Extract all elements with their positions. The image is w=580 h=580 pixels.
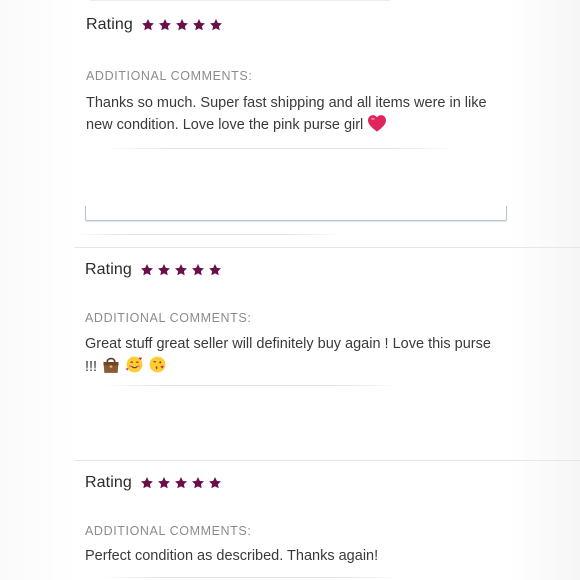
star-rating [140, 263, 222, 277]
rating-row: Rating [86, 16, 223, 34]
red-heart-icon [368, 115, 387, 132]
rating-label: Rating [86, 16, 133, 33]
left-edge-shade [0, 0, 78, 580]
top-divider [90, 0, 390, 1]
star-icon [140, 264, 153, 276]
star-icon [158, 19, 171, 31]
comment-line: Thanks so much. Super fast shipping and … [86, 95, 487, 111]
comment-text: !!! [85, 359, 98, 375]
star-icon [174, 477, 187, 489]
star-icon [191, 264, 204, 276]
star-icon [141, 19, 154, 31]
star-icon [157, 264, 170, 276]
comment-line: new condition. Love love the pink purse … [86, 114, 487, 136]
star-icon [208, 264, 221, 276]
comment-line: Great stuff great seller will definitely… [85, 336, 491, 352]
section-divider [74, 247, 580, 248]
comments-label: ADDITIONAL COMMENTS: [85, 311, 252, 325]
star-icon [174, 264, 187, 276]
comment-line: !!! [85, 355, 491, 378]
rating-row: Rating [85, 261, 222, 279]
comment-text-box[interactable] [85, 206, 507, 221]
star-icon [209, 19, 222, 31]
star-rating [140, 476, 222, 490]
face-blowing-kiss-icon [149, 356, 166, 373]
comment-text: new condition. Love love the pink purse … [86, 117, 364, 133]
review-comment: Perfect condition as described. Thanks a… [85, 546, 378, 567]
comment-divider [100, 385, 400, 386]
review-comment: Thanks so much. Super fast shipping and … [86, 93, 487, 136]
comments-label: ADDITIONAL COMMENTS: [85, 524, 252, 538]
handbag-icon [103, 357, 119, 373]
section-divider [72, 234, 342, 235]
star-icon [192, 19, 205, 31]
star-icon [191, 477, 204, 489]
comment-line: Perfect condition as described. Thanks a… [85, 548, 379, 564]
comment-divider [100, 148, 460, 149]
review-comment: Great stuff great seller will definitely… [85, 334, 491, 378]
section-divider [74, 460, 580, 461]
comments-label: ADDITIONAL COMMENTS: [86, 69, 253, 83]
star-icon [140, 477, 153, 489]
rating-label: Rating [85, 474, 132, 491]
right-edge-shade [510, 0, 580, 580]
star-rating [141, 18, 223, 32]
rating-row: Rating [85, 474, 222, 492]
smiling-face-with-hearts-icon [126, 356, 143, 373]
comment-divider [100, 577, 400, 578]
star-icon [157, 477, 170, 489]
star-icon [175, 19, 188, 31]
rating-label: Rating [85, 261, 132, 278]
star-icon [208, 477, 221, 489]
